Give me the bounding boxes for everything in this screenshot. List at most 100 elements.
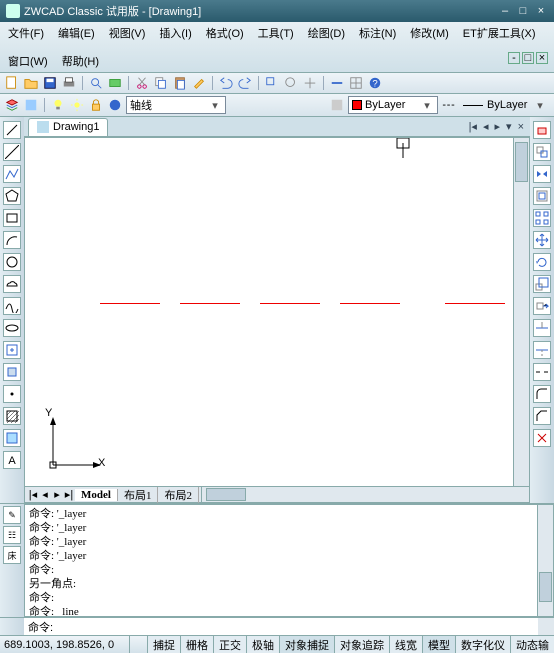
menu-format[interactable]: 格式(O) [204, 24, 246, 42]
match-prop-icon[interactable] [191, 75, 207, 91]
layout-prev-icon[interactable]: ◂ [39, 488, 51, 501]
doc-close-button[interactable]: × [536, 52, 548, 64]
menu-et[interactable]: ET扩展工具(X) [461, 24, 538, 42]
cloud-tool-icon[interactable] [3, 275, 21, 293]
offset-tool-icon[interactable] [533, 187, 551, 205]
minimize-button[interactable]: – [498, 4, 512, 18]
insert-tool-icon[interactable] [3, 341, 21, 359]
erase-tool-icon[interactable] [533, 121, 551, 139]
zoom-window-icon[interactable] [264, 75, 280, 91]
command-history[interactable]: 命令: '_layer 命令: '_layer 命令: '_layer 命令: … [24, 504, 538, 617]
undo-icon[interactable] [218, 75, 234, 91]
publish-icon[interactable] [107, 75, 123, 91]
fillet-tool-icon[interactable] [533, 385, 551, 403]
tab-nav-next-icon[interactable]: ▸ [493, 120, 503, 133]
menu-insert[interactable]: 插入(I) [157, 24, 193, 42]
spline-tool-icon[interactable] [3, 297, 21, 315]
explode-tool-icon[interactable] [533, 429, 551, 447]
menu-help[interactable]: 帮助(H) [60, 52, 101, 70]
layout-last-icon[interactable]: ▸| [63, 488, 75, 501]
layout-tab-2[interactable]: 布局2 [158, 487, 199, 503]
layer-manager-icon[interactable] [4, 97, 20, 113]
open-icon[interactable] [23, 75, 39, 91]
maximize-button[interactable]: □ [516, 4, 530, 18]
status-grid[interactable]: 栅格 [180, 636, 213, 653]
hatch-tool-icon[interactable] [3, 407, 21, 425]
chamfer-tool-icon[interactable] [533, 407, 551, 425]
layout-tab-1[interactable]: 布局1 [118, 487, 159, 503]
document-tab[interactable]: Drawing1 [28, 118, 108, 136]
command-input[interactable]: 命令: [24, 618, 538, 635]
layout-tab-model[interactable]: Model [75, 489, 118, 501]
drawing-canvas[interactable]: X Y [24, 137, 514, 487]
paste-icon[interactable] [172, 75, 188, 91]
linetype-combo[interactable]: ByLayer ▾ [460, 96, 550, 114]
status-ortho[interactable]: 正交 [213, 636, 246, 653]
coordinates[interactable]: 689.1003, 198.8526, 0 [0, 636, 130, 653]
layout-next-icon[interactable]: ▸ [51, 488, 63, 501]
menu-dimension[interactable]: 标注(N) [357, 24, 398, 42]
lock-icon[interactable] [88, 97, 104, 113]
circle-tool-icon[interactable] [3, 253, 21, 271]
redo-icon[interactable] [237, 75, 253, 91]
arc-tool-icon[interactable] [3, 231, 21, 249]
status-dyn[interactable]: 动态输 [510, 636, 554, 653]
help-icon[interactable]: ? [367, 75, 383, 91]
dim-icon[interactable] [329, 75, 345, 91]
bulb-icon[interactable] [50, 97, 66, 113]
tab-nav-prev-icon[interactable]: ◂ [481, 120, 491, 133]
ellipse-tool-icon[interactable] [3, 319, 21, 337]
print-icon[interactable] [61, 75, 77, 91]
status-tablet[interactable]: 数字化仪 [455, 636, 510, 653]
point-tool-icon[interactable] [3, 385, 21, 403]
trim-tool-icon[interactable] [533, 319, 551, 337]
save-icon[interactable] [42, 75, 58, 91]
print-preview-icon[interactable] [88, 75, 104, 91]
copy-tool-icon[interactable] [533, 143, 551, 161]
table-icon[interactable] [348, 75, 364, 91]
tab-nav-first-icon[interactable]: |◂ [467, 120, 479, 133]
sun-icon[interactable] [69, 97, 85, 113]
layer-combo[interactable]: 轴线 ▾ [126, 96, 226, 114]
pline-tool-icon[interactable] [3, 165, 21, 183]
cmd-tool-2-icon[interactable]: ☷ [3, 526, 21, 544]
copy-icon[interactable] [153, 75, 169, 91]
menu-file[interactable]: 文件(F) [6, 24, 46, 42]
line-tool-icon[interactable] [3, 121, 21, 139]
status-snap[interactable]: 捕捉 [147, 636, 180, 653]
mirror-tool-icon[interactable] [533, 165, 551, 183]
color-icon[interactable] [107, 97, 123, 113]
command-scrollbar[interactable] [538, 504, 554, 617]
cut-icon[interactable] [134, 75, 150, 91]
doc-restore-button[interactable]: □ [522, 52, 534, 64]
text-tool-icon[interactable]: A [3, 451, 21, 469]
menu-draw[interactable]: 绘图(D) [306, 24, 347, 42]
region-tool-icon[interactable] [3, 429, 21, 447]
tab-nav-menu-icon[interactable]: ▾ [504, 120, 514, 133]
close-button[interactable]: × [534, 4, 548, 18]
doc-minimize-button[interactable]: - [508, 52, 520, 64]
menu-modify[interactable]: 修改(M) [408, 24, 451, 42]
break-tool-icon[interactable] [533, 363, 551, 381]
extend-tool-icon[interactable] [533, 341, 551, 359]
color-combo[interactable]: ByLayer ▾ [348, 96, 438, 114]
move-tool-icon[interactable] [533, 231, 551, 249]
vertical-scrollbar[interactable] [514, 137, 530, 487]
stretch-tool-icon[interactable] [533, 297, 551, 315]
menu-edit[interactable]: 编辑(E) [56, 24, 97, 42]
menu-window[interactable]: 窗口(W) [6, 52, 50, 70]
cmd-tool-1-icon[interactable]: ✎ [3, 506, 21, 524]
layer-icon[interactable] [23, 97, 39, 113]
tab-close-icon[interactable]: × [516, 121, 526, 133]
rect-tool-icon[interactable] [3, 209, 21, 227]
status-otrack[interactable]: 对象追踪 [334, 636, 389, 653]
block-tool-icon[interactable] [3, 363, 21, 381]
new-icon[interactable] [4, 75, 20, 91]
scale-tool-icon[interactable] [533, 275, 551, 293]
status-lweight[interactable]: 线宽 [389, 636, 422, 653]
status-model[interactable]: 模型 [422, 636, 455, 653]
cmd-tool-3-icon[interactable]: 床 [3, 546, 21, 564]
menu-tools[interactable]: 工具(T) [256, 24, 296, 42]
linetype-icon[interactable] [441, 97, 457, 113]
color-btn-icon[interactable] [329, 97, 345, 113]
